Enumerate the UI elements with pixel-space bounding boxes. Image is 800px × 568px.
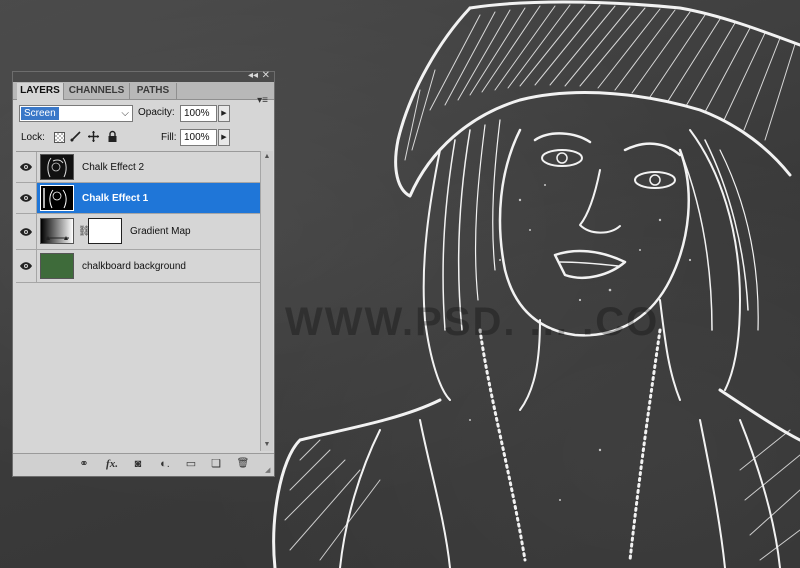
- opacity-label: Opacity:: [138, 107, 175, 118]
- layer-list: Chalk Effect 2 Chalk Effect 1 ⛓ Gradient…: [16, 151, 260, 452]
- adjustment-layer-icon[interactable]: ◐.: [156, 457, 174, 471]
- layer-thumbnail[interactable]: [40, 154, 74, 180]
- layer-name: Chalk Effect 2: [82, 162, 145, 173]
- link-layers-icon[interactable]: ⚭: [75, 457, 93, 471]
- eye-icon: [20, 227, 32, 236]
- layer-name: Gradient Map: [130, 226, 191, 237]
- lock-position-icon[interactable]: [87, 130, 100, 143]
- layer-list-scrollbar[interactable]: ▲ ▼: [260, 151, 273, 451]
- layer-name: chalkboard background: [82, 261, 186, 272]
- lock-label: Lock:: [21, 132, 45, 143]
- fill-input[interactable]: 100%: [180, 129, 217, 146]
- layer-name: Chalk Effect 1: [82, 193, 149, 204]
- layer-row-chalk-effect-1[interactable]: Chalk Effect 1: [16, 183, 260, 214]
- eye-icon: [20, 163, 32, 171]
- collapse-panel-icon[interactable]: ◂◂: [248, 70, 258, 82]
- blend-mode-select[interactable]: Screen ⌵: [19, 105, 133, 122]
- visibility-toggle[interactable]: [16, 214, 37, 249]
- layers-panel: ◂◂ ✕ LAYERS CHANNELS PATHS ▾≡ Screen ⌵ O…: [12, 70, 275, 477]
- visibility-toggle[interactable]: [16, 183, 37, 213]
- lock-all-icon[interactable]: [106, 130, 119, 143]
- fill-slider-button[interactable]: ▶: [218, 129, 230, 146]
- close-panel-icon[interactable]: ✕: [262, 70, 270, 82]
- layer-row-chalkboard-background[interactable]: chalkboard background: [16, 250, 260, 283]
- blend-mode-value: Screen: [21, 107, 59, 120]
- fill-label: Fill:: [161, 132, 177, 143]
- opacity-input[interactable]: 100%: [180, 105, 217, 122]
- panel-tabs: LAYERS CHANNELS PATHS ▾≡: [13, 82, 274, 106]
- eye-icon: [20, 262, 32, 270]
- layer-row-chalk-effect-2[interactable]: Chalk Effect 2: [16, 152, 260, 183]
- layer-style-fx-icon[interactable]: fx.: [103, 457, 121, 471]
- opacity-slider-button[interactable]: ▶: [218, 105, 230, 122]
- layer-row-gradient-map[interactable]: ⛓ Gradient Map: [16, 214, 260, 250]
- add-mask-icon[interactable]: ◙: [130, 457, 146, 471]
- panel-menu-icon[interactable]: ▾≡: [257, 95, 268, 106]
- eye-icon: [20, 194, 32, 202]
- new-layer-icon[interactable]: ❏: [208, 457, 224, 471]
- tab-channels[interactable]: CHANNELS: [64, 83, 130, 99]
- chevron-down-icon: ⌵: [121, 108, 129, 119]
- layer-thumbnail[interactable]: [40, 185, 74, 211]
- lock-image-pixels-icon[interactable]: [69, 130, 82, 143]
- visibility-toggle[interactable]: [16, 152, 37, 182]
- lock-transparent-pixels-icon[interactable]: [54, 132, 65, 143]
- panel-titlebar[interactable]: ◂◂ ✕: [13, 70, 274, 82]
- layers-bottom-toolbar: ⚭ fx. ◙ ◐. ▭ ❏ 🗑 ◢: [13, 453, 274, 476]
- delete-layer-icon[interactable]: 🗑: [235, 457, 251, 471]
- scroll-down-icon[interactable]: ▼: [261, 439, 273, 451]
- tab-paths[interactable]: PATHS: [130, 83, 177, 99]
- layer-mask-thumbnail[interactable]: [88, 218, 122, 244]
- gradient-map-adjustment-icon[interactable]: [40, 218, 74, 244]
- watermark-text: WWW.PSD. ... .CO: [285, 300, 660, 344]
- visibility-toggle[interactable]: [16, 250, 37, 282]
- new-group-icon[interactable]: ▭: [183, 457, 199, 471]
- scroll-up-icon[interactable]: ▲: [261, 151, 273, 163]
- layer-thumbnail[interactable]: [40, 253, 74, 279]
- tab-layers[interactable]: LAYERS: [17, 83, 64, 100]
- resize-grip-icon[interactable]: ◢: [265, 467, 273, 475]
